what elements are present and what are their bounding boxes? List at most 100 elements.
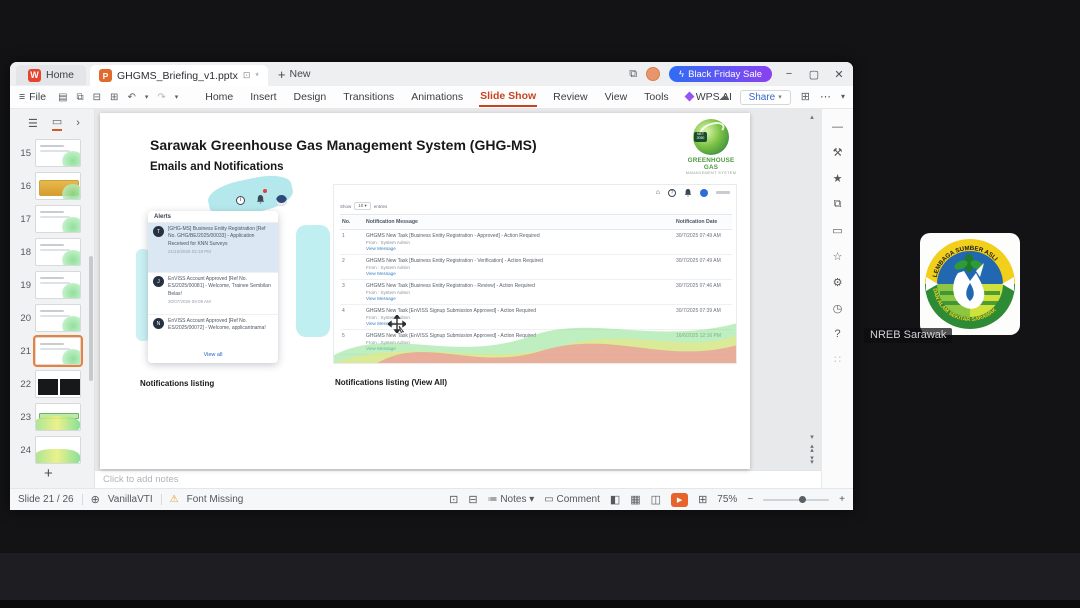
redo-icon[interactable]: ↷ (157, 92, 165, 103)
scroll-down-icon[interactable]: ▾ (807, 433, 817, 441)
menu-home[interactable]: Home (204, 88, 234, 106)
print-icon[interactable]: ⊟ (93, 92, 101, 103)
share-button[interactable]: Share ▾ (739, 89, 791, 105)
profile-avatar-icon (700, 188, 708, 197)
scroll-up-icon[interactable]: ▴ (807, 113, 817, 121)
menu-review[interactable]: Review (552, 88, 588, 106)
menu-view[interactable]: View (604, 88, 629, 106)
font-missing-label[interactable]: Font Missing (187, 494, 244, 505)
slideshow-play-button[interactable]: ▶ (671, 492, 689, 507)
current-slide[interactable]: Sarawak Greenhouse Gas Management System… (100, 113, 750, 469)
fit-slide-icon[interactable]: ⊞ (698, 493, 707, 506)
layout-switch-icon[interactable]: ⧉ (629, 68, 637, 80)
save-icon[interactable]: ▤ (58, 92, 67, 103)
comments-pane-icon[interactable]: ▭ (832, 224, 842, 237)
language-label[interactable]: VanillaVTI (108, 494, 153, 505)
slide-thumbnail-17[interactable]: 17 (16, 205, 94, 233)
export-icon[interactable]: ⧉ (77, 92, 84, 103)
view-message-link: View Message (366, 296, 396, 301)
menu-tools[interactable]: Tools (643, 88, 670, 106)
tab-document[interactable]: P GHGMS_Briefing_v1.pptx ⊡ * (90, 65, 268, 86)
minimize-button[interactable]: − (781, 68, 797, 80)
account-avatar[interactable] (646, 67, 661, 81)
collapse-pane-icon[interactable]: — (832, 121, 843, 133)
menu-animations[interactable]: Animations (410, 88, 464, 106)
slide-thumbnail-20[interactable]: 20 (16, 304, 94, 332)
table-row: 2 GHGMS New Task [Business Entity Regist… (340, 254, 732, 280)
slide-thumbnail-18[interactable]: 18 (16, 238, 94, 266)
menu-slide-show[interactable]: Slide Show (479, 87, 538, 107)
slide-sorter-view-icon[interactable]: ▦ (630, 493, 640, 506)
comment-button[interactable]: ▭ Comment (544, 494, 600, 505)
apps-grid-icon[interactable]: ∷ (834, 353, 841, 366)
zoom-in-button[interactable]: + (839, 494, 845, 505)
undo-dropdown-icon[interactable]: ▾ (145, 93, 149, 101)
reading-view-icon[interactable]: ◫ (651, 493, 661, 506)
expand-panel-icon[interactable]: › (76, 117, 80, 129)
help-pane-icon[interactable]: ? (834, 328, 840, 340)
history-pane-icon[interactable]: ◷ (833, 302, 843, 315)
next-slide-button[interactable]: ▾ ▾ (807, 455, 817, 466)
tab-monitor-icon[interactable]: ⊡ (243, 70, 251, 81)
zoom-out-button[interactable]: − (747, 494, 753, 505)
shapes-pane-icon[interactable]: ⧉ (834, 198, 842, 211)
home-icon: ⌂ (655, 189, 660, 196)
outline-view-icon[interactable]: ☰ (28, 117, 38, 130)
add-slide-button[interactable]: + (44, 465, 53, 482)
menu-insert[interactable]: Insert (249, 88, 277, 106)
slide-view-icon[interactable]: ▭ (51, 115, 63, 131)
file-menu-button[interactable]: ≡ File (19, 91, 46, 103)
settings-pane-icon[interactable]: ⚙ (833, 276, 843, 289)
alert-avatar: T (153, 226, 164, 237)
slide-thumbnail-16[interactable]: 16 (16, 172, 94, 200)
meeting-bottom-strip (0, 553, 1080, 600)
slide-thumbnail-24[interactable]: 24 (16, 436, 94, 464)
more-options-icon[interactable]: ⋯ (820, 91, 831, 103)
slide-thumbnail-23[interactable]: 23 (16, 403, 94, 431)
slide-thumbnail-15[interactable]: 15 (16, 139, 94, 167)
notes-pane-toggle-icon[interactable]: ⊟ (468, 493, 477, 506)
table-row: 3 GHGMS New Task [Business Entity Regist… (340, 279, 732, 305)
menu-design[interactable]: Design (293, 88, 328, 106)
thumb-preview (35, 238, 81, 266)
thumb-preview (35, 172, 81, 200)
notes-toggle-button[interactable]: ≔ Notes ▾ (488, 494, 535, 505)
help-icon: ? (668, 188, 676, 197)
col-header-message: Notification Message (364, 214, 674, 230)
undo-icon[interactable]: ↶ (127, 92, 135, 103)
notifications-screenshot: ⌂ ? Show 10 ▾ entries No. Notification M… (333, 184, 737, 364)
zoom-level[interactable]: 75% (717, 494, 737, 505)
zoom-slider-handle[interactable] (799, 496, 807, 503)
menu-transitions[interactable]: Transitions (342, 88, 395, 106)
previous-slide-button[interactable]: ▴ ▴ (807, 443, 817, 454)
notes-input[interactable]: Click to add notes (95, 470, 821, 488)
thumbnail-scrollbar[interactable] (89, 256, 93, 381)
black-friday-sale-button[interactable]: ϟ Black Friday Sale (669, 66, 772, 82)
thumb-preview (35, 403, 81, 431)
maximize-button[interactable]: ▢ (806, 68, 822, 81)
thumb-preview (35, 139, 81, 167)
slide-thumbnail-19[interactable]: 19 (16, 271, 94, 299)
ribbon-layout-icon[interactable]: ⊞ (801, 91, 810, 103)
collapse-ribbon-icon[interactable]: ▾ (841, 93, 845, 101)
new-tab-button[interactable]: + New (278, 67, 311, 82)
quick-tools-icon[interactable]: ⚒ (833, 146, 843, 159)
animation-pane-icon[interactable]: ★ (833, 172, 843, 185)
participant-tile[interactable]: LEMBAGA SUMBER ASLI DAN ALAM SEKITAR SAR… (860, 228, 1075, 348)
more-history-icon[interactable]: ▾ (175, 93, 179, 101)
slide-thumbnail-22[interactable]: 22 (16, 370, 94, 398)
print-preview-icon[interactable]: ⊞ (110, 92, 118, 103)
canvas-scrollbar[interactable]: ▴ ▾ ▴ ▴ ▾ ▾ (807, 111, 817, 467)
cloud-sync-icon[interactable]: ☁ (719, 91, 730, 103)
close-button[interactable]: ✕ (831, 68, 847, 81)
slide-canvas[interactable]: Sarawak Greenhouse Gas Management System… (95, 109, 821, 470)
zoom-slider[interactable] (763, 496, 830, 503)
effects-pane-icon[interactable]: ☆ (833, 250, 843, 263)
slide-thumbnail-21-selected[interactable]: 21 (16, 335, 94, 367)
tab-home[interactable]: W Home (16, 65, 87, 85)
thumbnail-pane-toggle-icon[interactable]: ⊡ (449, 493, 458, 506)
slide-thumbnail-panel: ☰ ▭ › 15 16 17 18 19 20 21 22 23 24 + (10, 109, 95, 488)
language-icon[interactable]: ⊕ (91, 493, 100, 506)
normal-view-icon[interactable]: ◧ (610, 493, 620, 506)
alert-item: N EnVISS Account Approved [Ref No. ES/20… (148, 315, 278, 349)
